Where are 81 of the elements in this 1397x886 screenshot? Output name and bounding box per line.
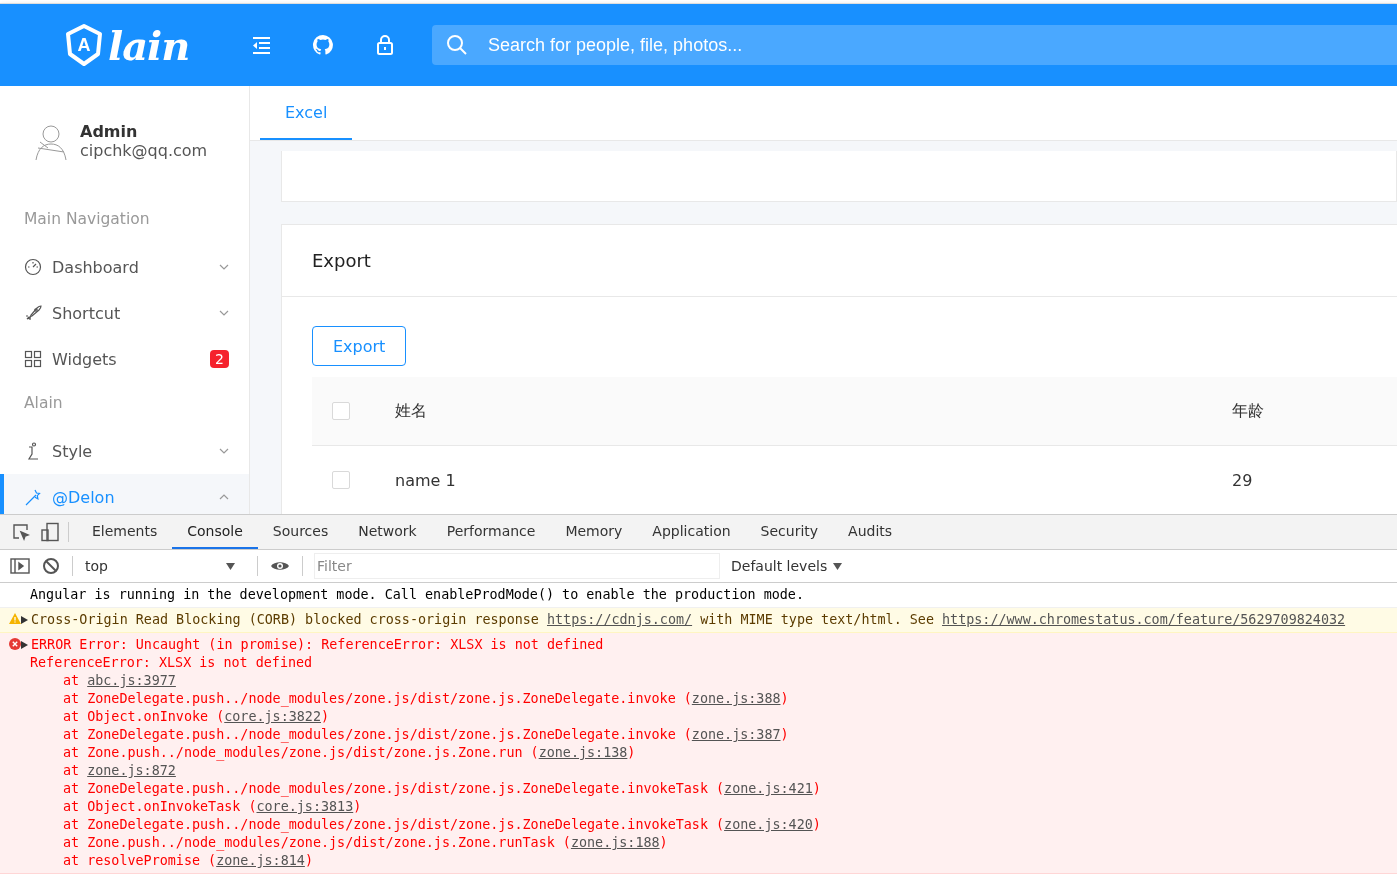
table-cell: name 1: [395, 470, 456, 490]
source-link[interactable]: zone.js:420: [724, 817, 813, 832]
devtools-tab[interactable]: Elements: [77, 515, 173, 549]
stack-frame: at zone.js:872: [30, 762, 1397, 780]
source-link[interactable]: zone.js:872: [87, 763, 176, 778]
eye-icon[interactable]: [270, 559, 290, 573]
chevron-icon[interactable]: [219, 310, 229, 316]
nav-item[interactable]: Shortcut: [0, 290, 249, 336]
caret-icon: [226, 562, 235, 570]
nav-icon: [24, 350, 42, 368]
devtools-tab[interactable]: Sources: [257, 515, 344, 549]
devtools-tab[interactable]: Security: [745, 515, 834, 549]
stack-frame: at Zone.push../node_modules/zone.js/dist/zone.js.Zone.run (zone.js:138): [30, 744, 1397, 762]
chevron-icon[interactable]: [219, 264, 229, 270]
chevron-icon[interactable]: [219, 494, 229, 500]
devtools-tab[interactable]: Audits: [833, 515, 908, 549]
source-link[interactable]: zone.js:188: [570, 835, 660, 850]
devtools-tab[interactable]: Console: [172, 515, 258, 549]
user-name: Admin: [80, 122, 139, 141]
stack-frame: at ZoneDelegate.push../node_modules/zone.js/dist/zone.js.ZoneDelegate.invokeTask (zone.js:421): [30, 780, 1397, 798]
context-dropdown[interactable]: top: [85, 558, 245, 574]
nav-icon: [24, 258, 42, 276]
stack-frame: at Object.onInvokeTask (core.js:3813): [30, 798, 1397, 816]
column-header: 姓名: [395, 400, 427, 420]
nav-item[interactable]: Widgets 2: [0, 336, 249, 382]
logo-icon: A: [64, 23, 104, 67]
source-link[interactable]: zone.js:421: [724, 781, 813, 796]
console-text: ERROR Error: Uncaught (in promise): ReferenceError: XLSX is not defined: [30, 637, 604, 652]
lock-icon[interactable]: [374, 34, 396, 56]
search-field[interactable]: Search for people, file, photos...: [432, 25, 1397, 65]
logo-text: lain: [108, 21, 190, 69]
nav-item[interactable]: Dashboard: [0, 244, 249, 290]
sidebar-toggle-icon[interactable]: [10, 558, 30, 574]
source-link[interactable]: zone.js:388: [691, 691, 781, 706]
stack-frame: at resolvePromise (zone.js:814): [30, 852, 1397, 870]
search-input[interactable]: Search for people, file, photos...: [486, 33, 1397, 57]
nav-group-title: Alain: [23, 393, 64, 414]
devtools-tab[interactable]: Memory: [550, 515, 638, 549]
source-link[interactable]: zone.js:814: [216, 853, 305, 868]
checkbox[interactable]: [332, 471, 350, 489]
filter-field[interactable]: Filter: [315, 554, 719, 578]
device-icon[interactable]: [40, 522, 60, 542]
stack-frame: at Zone.push../node_modules/zone.js/dist/zone.js.Zone.runTask (zone.js:188): [30, 834, 1397, 852]
source-link[interactable]: core.js:3822: [224, 709, 321, 724]
card-title: Export: [282, 225, 1397, 297]
levels-dropdown[interactable]: Default levels: [731, 558, 843, 574]
warning-icon: [9, 613, 21, 624]
nav-icon: [24, 488, 42, 506]
error-detail: ReferenceError: XLSX is not defined: [30, 654, 314, 672]
column-header: 年龄: [1232, 400, 1264, 420]
table-cell: 29: [1232, 470, 1253, 490]
chevron-icon[interactable]: [219, 448, 229, 454]
console-link[interactable]: https://cdnjs.com/: [546, 612, 693, 627]
github-icon[interactable]: [312, 34, 334, 56]
nav-group-title: Main Navigation: [23, 209, 151, 230]
source-link[interactable]: zone.js:138: [538, 745, 628, 760]
source-link[interactable]: zone.js:387: [691, 727, 781, 742]
console-text: Angular is running in the development mode. Call enableProdMode() to enable the production mode.: [30, 587, 804, 602]
devtools-tab[interactable]: Application: [637, 515, 746, 549]
nav-item[interactable]: Style: [0, 428, 249, 474]
clear-icon[interactable]: [42, 557, 60, 575]
stack-frame: at Object.onInvoke (core.js:3822): [30, 708, 1397, 726]
inspect-icon[interactable]: [12, 523, 30, 541]
stack-frame: at ZoneDelegate.push../node_modules/zone.js/dist/zone.js.ZoneDelegate.invokeTask (zone.js:420): [30, 816, 1397, 834]
console-text: Cross-Origin Read Blocking (CORB) blocked cross-origin response https://cdnjs.com/ with MIME type text/html. See https://www.chromestatus.com/feature/5629709824032: [30, 612, 1346, 627]
error-icon: [9, 638, 21, 650]
stack-frame: at abc.js:3977: [30, 672, 1397, 690]
user-email: cipchk@qq.com: [80, 141, 208, 160]
count-badge: 2: [210, 350, 229, 368]
checkbox[interactable]: [332, 402, 350, 420]
console-link[interactable]: https://www.chromestatus.com/feature/5629709824032: [942, 612, 1346, 627]
stack-frame: at ZoneDelegate.push../node_modules/zone.js/dist/zone.js.ZoneDelegate.invoke (zone.js:388): [30, 690, 1397, 708]
source-link[interactable]: core.js:3813: [256, 799, 354, 814]
source-link[interactable]: abc.js:3977: [87, 673, 176, 688]
search-icon: [446, 34, 468, 56]
menu-icon[interactable]: [250, 34, 272, 56]
devtools-tab[interactable]: Performance: [431, 515, 551, 549]
caret-icon: [833, 562, 843, 570]
devtools-tab[interactable]: Network: [343, 515, 432, 549]
stack-frame: at ZoneDelegate.push../node_modules/zone.js/dist/zone.js.ZoneDelegate.invoke (zone.js:387): [30, 726, 1397, 744]
nav-icon: [24, 304, 42, 322]
